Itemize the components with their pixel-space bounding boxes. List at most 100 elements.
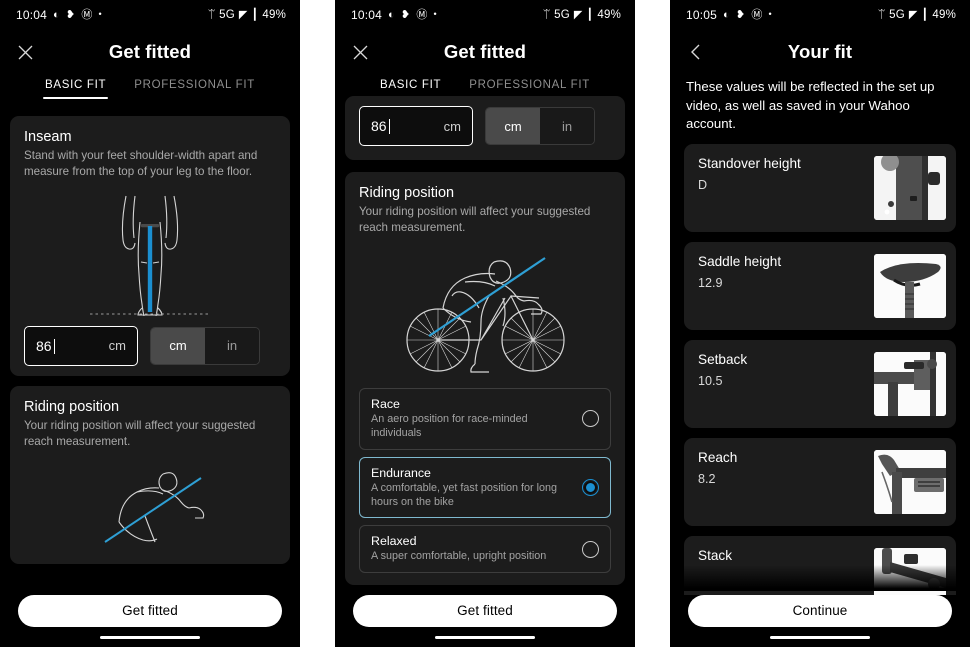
measurement-saddle-height[interactable]: Saddle height 12.9: [684, 242, 956, 331]
get-fitted-button[interactable]: Get fitted: [18, 594, 282, 627]
measurement-label: Reach: [698, 450, 738, 466]
network-type: 5G: [219, 9, 235, 21]
measurement-text: Saddle height 12.9: [698, 254, 781, 318]
phone-screen-your-fit: 10:05 ◐ ❥ Ⓜ • ᛠ 5G ◤ ┃ 49% Your fit Thes…: [670, 0, 970, 647]
measurement-text: Reach 8.2: [698, 450, 737, 514]
radio-race[interactable]: [582, 410, 599, 428]
measurement-standover-height[interactable]: Standover height D: [684, 144, 956, 233]
measurement-label: Stack: [698, 548, 732, 564]
option-text: Race An aero position for race-minded in…: [371, 397, 572, 441]
record-icon: ◐: [388, 8, 395, 21]
close-icon[interactable]: [347, 39, 373, 65]
measurement-reach[interactable]: Reach 8.2: [684, 438, 956, 527]
setback-photo: [874, 352, 946, 417]
status-bar: 10:05 ◐ ❥ Ⓜ • ᛠ 5G ◤ ┃ 49%: [670, 0, 970, 30]
option-race[interactable]: Race An aero position for race-minded in…: [359, 387, 611, 450]
option-description: A super comfortable, upright position: [371, 550, 547, 563]
measurement-value: 8.2: [698, 471, 716, 486]
status-bar-left: 10:04 ◐ ❥ Ⓜ •: [351, 8, 437, 22]
status-bar-right: ᛠ 5G ◤ ┃ 49%: [878, 9, 956, 21]
option-title: Relaxed: [371, 534, 417, 549]
status-bar-left: 10:04 ◐ ❥ Ⓜ •: [16, 8, 102, 22]
panel-gap-1: [300, 0, 335, 647]
battery-percent: 49%: [597, 9, 621, 21]
measurement-label: Standover height: [698, 156, 801, 172]
continue-button[interactable]: Continue: [688, 594, 952, 627]
dot-icon: •: [98, 8, 102, 19]
record-icon: ◐: [723, 8, 730, 21]
inseam-input[interactable]: 86 cm: [24, 325, 138, 366]
unit-option-cm[interactable]: cm: [486, 108, 540, 144]
record-icon: ◐: [53, 8, 60, 21]
radio-relaxed[interactable]: [582, 540, 599, 558]
option-title: Race: [371, 396, 400, 411]
inseam-value: 86: [36, 337, 55, 354]
riding-position-description: Your riding position will affect your su…: [359, 205, 591, 234]
inseam-unit-suffix: cm: [443, 118, 461, 134]
status-bar: 10:04 ◐ ❥ Ⓜ • ᛠ 5G ◤ ┃ 49%: [335, 0, 635, 30]
bluetooth-icon: ᛠ: [543, 8, 551, 21]
option-endurance[interactable]: Endurance A comfortable, yet fast positi…: [359, 456, 611, 519]
signal-icon: ◤: [238, 8, 248, 21]
app-bar: Get fitted: [335, 30, 635, 74]
bottom-bar: Get fitted: [335, 594, 635, 647]
option-description: A comfortable, yet fast position for lon…: [371, 481, 558, 509]
network-type: 5G: [889, 9, 905, 21]
close-icon[interactable]: [12, 39, 38, 65]
screenshot-root: 10:04 ◐ ❥ Ⓜ • ᛠ 5G ◤ ┃ 49% Get fitted BA…: [0, 0, 970, 647]
app-bar: Get fitted: [0, 30, 300, 74]
status-time: 10:04: [351, 8, 383, 22]
back-chevron-icon[interactable]: [682, 39, 708, 65]
home-indicator[interactable]: [435, 635, 535, 639]
inseam-description: Stand with your feet shoulder-width apar…: [24, 149, 258, 178]
saddle-photo: [874, 254, 946, 319]
heart-icon: ❥: [400, 8, 411, 21]
status-time: 10:05: [686, 8, 718, 22]
riding-position-card: Riding position Your riding position wil…: [345, 172, 625, 585]
inseam-input[interactable]: 86 cm: [359, 106, 473, 146]
page-title: Your fit: [787, 41, 853, 62]
measurement-label: Saddle height: [698, 254, 782, 270]
cyclist-illustration: [24, 458, 276, 554]
bottom-bar: Get fitted: [0, 594, 300, 647]
unit-option-in[interactable]: in: [205, 327, 259, 364]
tab-basic-fit[interactable]: BASIC FIT: [43, 74, 109, 99]
page-title: Get fitted: [108, 41, 192, 62]
unit-toggle: cm in: [485, 107, 595, 145]
phone-screen-inseam: 10:04 ◐ ❥ Ⓜ • ᛠ 5G ◤ ┃ 49% Get fitted BA…: [0, 0, 300, 647]
battery-icon: ┃: [586, 8, 594, 21]
dot-icon: •: [768, 8, 772, 19]
bottom-bar: Continue: [670, 594, 970, 647]
riding-position-title: Riding position: [24, 398, 120, 415]
inseam-value: 86: [371, 118, 390, 134]
inseam-title: Inseam: [24, 129, 72, 145]
option-relaxed[interactable]: Relaxed A super comfortable, upright pos…: [359, 525, 611, 573]
network-type: 5G: [554, 9, 570, 21]
tab-bar: BASIC FIT PROFESSIONAL FIT: [0, 74, 300, 110]
measurement-value: 12.9: [698, 275, 723, 290]
bluetooth-icon: ᛠ: [208, 8, 216, 21]
cyclist-illustration: [359, 248, 611, 378]
inseam-unit-suffix: cm: [108, 338, 126, 354]
unit-option-in[interactable]: in: [540, 108, 594, 144]
battery-icon: ┃: [921, 8, 929, 21]
riding-position-description: Your riding position will affect your su…: [24, 418, 256, 448]
unit-option-cm[interactable]: cm: [151, 327, 205, 364]
home-indicator[interactable]: [770, 635, 870, 639]
home-indicator[interactable]: [100, 635, 200, 639]
heart-icon: ❥: [735, 8, 746, 21]
status-time: 10:04: [16, 8, 48, 22]
tab-professional-fit[interactable]: PROFESSIONAL FIT: [132, 74, 257, 99]
battery-icon: ┃: [251, 8, 259, 21]
signal-icon: ◤: [573, 8, 583, 21]
riding-position-title: Riding position: [359, 185, 455, 201]
get-fitted-button[interactable]: Get fitted: [353, 594, 617, 627]
status-bar-right: ᛠ 5G ◤ ┃ 49%: [208, 9, 286, 21]
option-text: Relaxed A super comfortable, upright pos…: [371, 534, 572, 563]
measurement-value: 10.5: [698, 373, 723, 388]
measurement-setback[interactable]: Setback 10.5: [684, 340, 956, 429]
panel-gap-2: [635, 0, 670, 647]
radio-endurance[interactable]: [582, 479, 599, 497]
measurement-label: Setback: [698, 352, 748, 368]
screen-content: Riding position Your riding position wil…: [335, 110, 635, 585]
